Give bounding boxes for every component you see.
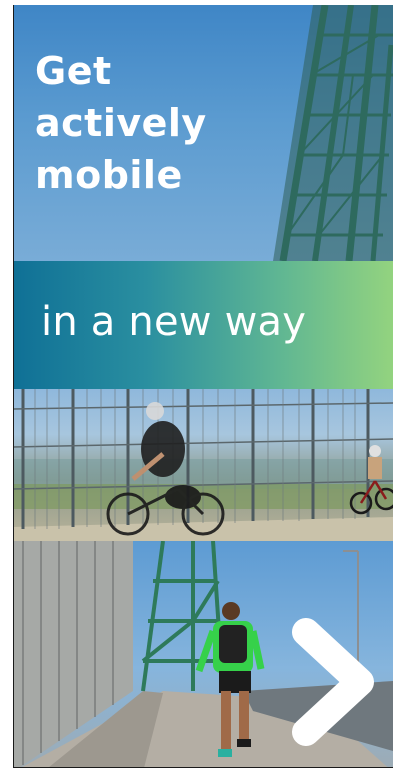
chevron-right-icon — [292, 618, 374, 746]
hero-title: Get actively mobile — [35, 49, 207, 197]
cyclists-photo-illustration — [13, 389, 393, 541]
next-slide-button[interactable] — [286, 618, 378, 746]
frame-bottom-border — [13, 767, 393, 768]
bridge-illustration — [273, 5, 393, 261]
tagline-text: in a new way — [41, 299, 307, 345]
cyclists-photo — [13, 389, 393, 541]
tagline-banner: in a new way — [13, 261, 393, 389]
hero-panel: Get actively mobile — [13, 5, 393, 261]
frame-left-border — [13, 5, 14, 768]
